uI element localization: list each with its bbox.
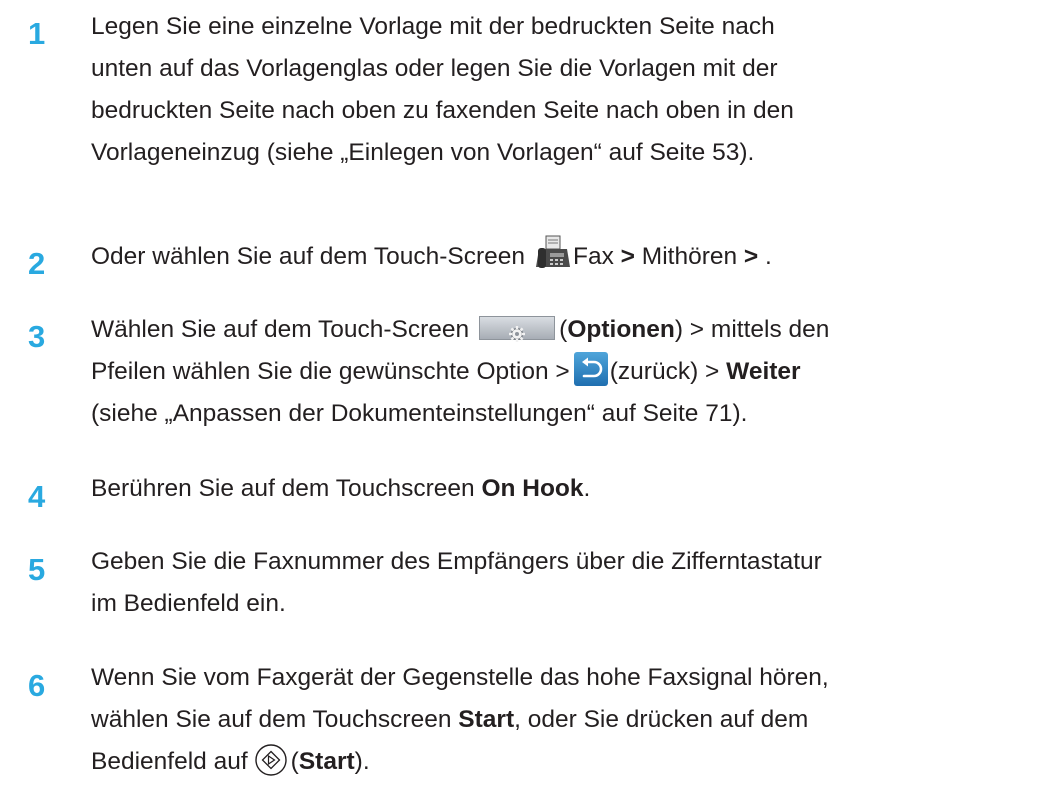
- text-line: wählen Sie auf dem Touchscreen Start, od…: [91, 699, 1041, 741]
- text-line: (siehe „Anpassen der Dokumenteinstellung…: [91, 400, 748, 427]
- text-segment: ).: [354, 748, 370, 775]
- text-segment: , oder Sie drücken auf dem: [514, 706, 809, 733]
- step-number: 3: [28, 319, 46, 354]
- text-segment: Bedienfeld auf: [91, 748, 248, 775]
- text-segment: Weiter: [726, 358, 801, 385]
- text-segment: wählen Sie auf dem Touchscreen: [91, 706, 452, 733]
- options-gear-icon: [479, 315, 556, 342]
- step-text: Legen Sie eine einzelne Vorlage mit der …: [91, 6, 1041, 174]
- start-button-icon: [254, 743, 288, 777]
- text-segment: On Hook: [481, 475, 584, 502]
- text-line: Wenn Sie vom Faxgerät der Gegenstelle da…: [91, 664, 829, 691]
- text-segment: Start: [458, 706, 515, 733]
- step-text: Berühren Sie auf dem Touchscreen On Hook…: [91, 468, 1041, 510]
- text-line: im Bedienfeld ein.: [91, 590, 286, 617]
- text-segment: .: [583, 475, 591, 502]
- text-segment: Pfeilen wählen Sie die gewünschte Option…: [91, 358, 570, 385]
- text-segment: ) > mittels den: [674, 316, 830, 343]
- step-number: 6: [28, 668, 46, 703]
- back-arrow-icon: [573, 351, 608, 386]
- text-segment: Wählen Sie auf dem Touch-Screen: [91, 316, 470, 343]
- text-line: Legen Sie eine einzelne Vorlage mit der …: [91, 13, 775, 40]
- step-number: 5: [28, 552, 46, 587]
- text-segment: (: [290, 748, 299, 775]
- text-line: Wählen Sie auf dem Touch-Screen (Optionen…: [91, 309, 1041, 351]
- text-segment: Optionen: [567, 316, 675, 343]
- text-segment: Oder wählen Sie auf dem Touch-Screen: [91, 243, 525, 270]
- text-segment: (zurück) >: [609, 358, 720, 385]
- fax-machine-icon: [535, 235, 571, 271]
- text-segment: >: [743, 243, 759, 270]
- text-segment: Fax: [573, 243, 614, 270]
- text-segment: Start: [298, 748, 355, 775]
- text-line: Pfeilen wählen Sie die gewünschte Option…: [91, 351, 1041, 393]
- step-text: Wählen Sie auf dem Touch-Screen (Optionen…: [91, 309, 1041, 435]
- text-segment: Mithören: [641, 243, 738, 270]
- step-number: 2: [28, 246, 46, 281]
- step-number: 1: [28, 16, 46, 51]
- text-segment: .: [765, 243, 772, 270]
- step-number: 4: [28, 479, 46, 514]
- text-segment: >: [620, 243, 635, 270]
- step-text: Oder wählen Sie auf dem Touch-Screen Fax …: [91, 235, 1041, 278]
- text-line: unten auf das Vorlagenglas oder legen Si…: [91, 55, 778, 82]
- text-segment: Berühren Sie auf dem Touchscreen: [91, 475, 475, 502]
- text-line: Bedienfeld auf (Start).: [91, 741, 1041, 783]
- step-text: Geben Sie die Faxnummer des Empfängers ü…: [91, 541, 1041, 625]
- step-text: Wenn Sie vom Faxgerät der Gegenstelle da…: [91, 657, 1041, 783]
- text-line: Geben Sie die Faxnummer des Empfängers ü…: [91, 548, 822, 575]
- text-line: Vorlageneinzug (siehe „Einlegen von Vorl…: [91, 139, 755, 166]
- text-line: bedruckten Seite nach oben zu faxenden S…: [91, 97, 794, 124]
